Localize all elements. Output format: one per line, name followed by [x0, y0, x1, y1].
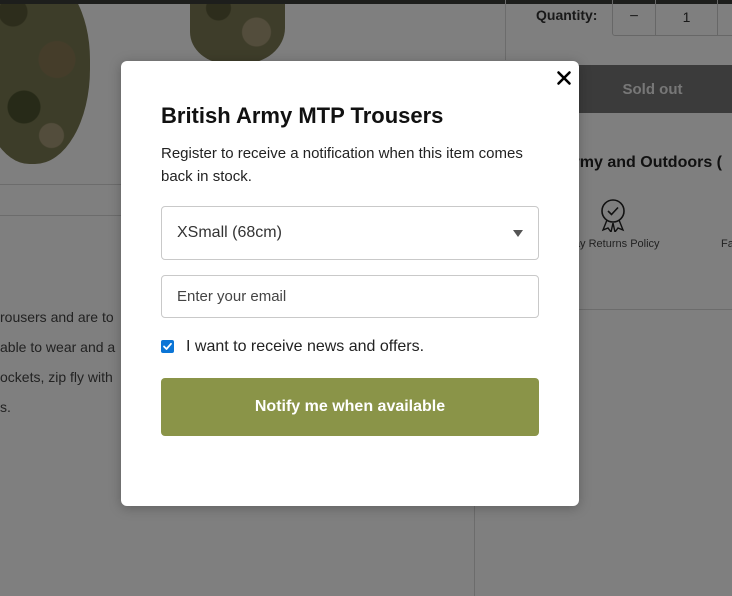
size-select-value: XSmall (68cm) [177, 224, 282, 241]
checkmark-icon [163, 342, 172, 350]
size-select[interactable]: XSmall (68cm) [161, 206, 539, 260]
close-button[interactable] [555, 69, 573, 87]
back-in-stock-modal: British Army MTP Trousers Register to re… [121, 61, 579, 506]
notify-button[interactable]: Notify me when available [161, 378, 539, 436]
email-field[interactable] [161, 275, 539, 318]
close-icon [557, 71, 571, 85]
newsletter-checkbox-label[interactable]: I want to receive news and offers. [186, 338, 424, 356]
modal-title: British Army MTP Trousers [161, 103, 444, 128]
chevron-down-icon [513, 230, 523, 237]
modal-subtitle: Register to receive a notification when … [161, 145, 523, 185]
newsletter-checkbox[interactable] [161, 340, 174, 353]
